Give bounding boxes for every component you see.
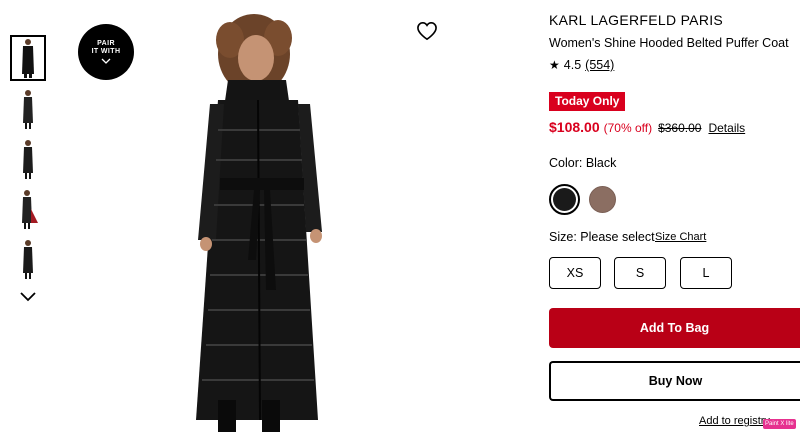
thumbnail-4[interactable] — [10, 186, 46, 232]
main-product-image[interactable] — [150, 0, 470, 432]
heart-outline-icon — [417, 21, 437, 41]
puffer-coat-model-image — [196, 14, 322, 432]
add-to-registry-link[interactable]: Add to registry — [699, 415, 770, 427]
review-count-link[interactable]: (554) — [585, 58, 614, 72]
size-chart-link[interactable]: Size Chart — [655, 231, 706, 243]
color-swatch-brown[interactable] — [589, 186, 616, 213]
wishlist-button[interactable] — [416, 21, 438, 41]
buy-now-button[interactable]: Buy Now — [549, 361, 800, 401]
star-icon: ★ — [549, 58, 560, 72]
size-button-xs[interactable]: XS — [549, 257, 601, 289]
thumbnail-1[interactable] — [10, 35, 46, 81]
coat-thumbnail-image — [23, 140, 33, 179]
discount-percent: (70% off) — [603, 121, 653, 135]
details-link[interactable]: Details — [708, 121, 745, 135]
product-name: Women's Shine Hooded Belted Puffer Coat — [549, 36, 789, 50]
size-button-s[interactable]: S — [614, 257, 666, 289]
pair-it-with-button[interactable]: PAIR IT WITH — [78, 24, 134, 80]
chevron-down-icon — [20, 292, 36, 302]
original-price: $360.00 — [658, 121, 702, 135]
coat-thumbnail-image — [23, 90, 33, 129]
pair-badge-line2: IT WITH — [91, 47, 121, 55]
today-only-badge: Today Only — [549, 92, 626, 111]
coat-thumbnail-image — [22, 39, 34, 78]
overlay-badge: Paint X lite — [763, 419, 796, 429]
thumbnail-2[interactable] — [10, 86, 46, 132]
size-label: Size: Please select — [549, 230, 655, 244]
brand-name[interactable]: KARL LAGERFELD PARIS — [549, 12, 723, 28]
color-swatch-black[interactable] — [549, 184, 580, 215]
thumbnail-5[interactable] — [10, 236, 46, 282]
thumbnail-3[interactable] — [10, 136, 46, 182]
rating-value: 4.5 — [563, 58, 582, 72]
price-row: $108.00 (70% off) $360.00 Details — [549, 119, 745, 135]
coat-thumbnail-image — [22, 190, 38, 229]
add-to-bag-button[interactable]: Add To Bag — [549, 308, 800, 348]
pair-badge-line1: PAIR — [97, 39, 115, 47]
sale-price: $108.00 — [549, 119, 600, 135]
rating-row: ★ 4.5 (554) — [549, 58, 614, 72]
chevron-down-icon — [101, 58, 111, 64]
coat-thumbnail-image — [23, 240, 33, 279]
color-label: Color: Black — [549, 156, 617, 170]
thumbnails-next-button[interactable] — [16, 288, 40, 306]
size-button-l[interactable]: L — [680, 257, 732, 289]
